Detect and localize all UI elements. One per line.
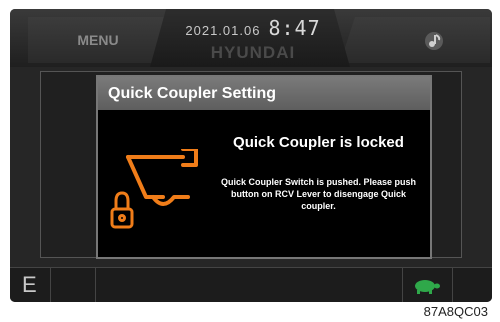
menu-label: MENU bbox=[77, 32, 119, 48]
mode-indicator: E bbox=[22, 272, 37, 297]
menu-button[interactable]: MENU bbox=[28, 17, 168, 63]
audio-button[interactable] bbox=[340, 17, 490, 63]
date-text: 2021.01.06 bbox=[185, 23, 261, 38]
brand-label: HYUNDAI bbox=[210, 43, 296, 62]
display-screen: MENU 2021.01.06 8:47 HYUNDAI E Quick Coup bbox=[10, 9, 492, 302]
time-text: 8:47 bbox=[268, 16, 321, 40]
divider bbox=[452, 268, 453, 302]
figure-code: 87A8QC03 bbox=[423, 304, 488, 319]
divider bbox=[402, 268, 403, 302]
music-icon[interactable] bbox=[424, 31, 444, 51]
lock-status-message: Quick Coupler Switch is pushed. Please p… bbox=[220, 177, 417, 211]
divider bbox=[50, 268, 51, 302]
date-time: 2021.01.06 8:47 bbox=[158, 16, 348, 40]
bottom-bar: E bbox=[10, 267, 492, 302]
lock-status-heading: Quick Coupler is locked bbox=[233, 134, 404, 151]
quick-coupler-lock-icon bbox=[110, 149, 198, 229]
quick-coupler-dialog: Quick Coupler Setting Quick Coupler is l… bbox=[96, 75, 432, 259]
divider bbox=[95, 268, 96, 302]
turtle-icon bbox=[415, 280, 440, 294]
dialog-title: Quick Coupler Setting bbox=[98, 77, 430, 110]
top-bar: MENU 2021.01.06 8:47 HYUNDAI bbox=[10, 9, 492, 67]
